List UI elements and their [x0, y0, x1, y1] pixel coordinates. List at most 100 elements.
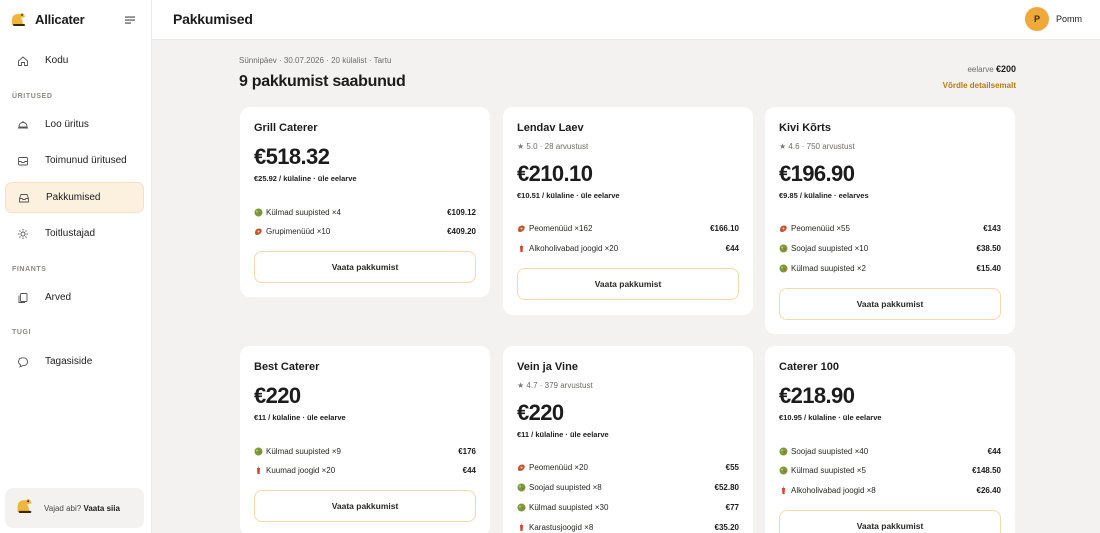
price-per-guest: €10.51 / külaline · üle eelarve [517, 191, 620, 200]
menu-toggle-icon[interactable] [124, 13, 136, 25]
drink-icon [779, 486, 788, 495]
offer-price: €220 [254, 383, 301, 408]
sidebar-item-label: Kodu [45, 55, 69, 66]
compare-details-link[interactable]: Võrdle detailsemalt [943, 81, 1016, 90]
caterer-rating: ★ 5.0 · 28 arvustust [517, 142, 589, 151]
view-offer-button[interactable]: Vaata pakkumist [779, 288, 1001, 320]
salad-icon [779, 447, 788, 456]
budget-label: eelarve [967, 65, 994, 74]
list-item: Külmad suupisted ×30 €77 [517, 501, 739, 513]
offer-card: Kivi Kõrts ★ 4.6 · 750 arvustust €196.90… [765, 107, 1015, 334]
sidebar-item-caterers[interactable]: Toitlustajad [5, 218, 144, 249]
topbar: Pakkumised P Pomm [152, 0, 1100, 40]
view-offer-button[interactable]: Vaata pakkumist [517, 268, 739, 300]
alligator-logo-icon [10, 11, 28, 27]
list-item: Külmad suupisted ×4 €109.12 [254, 206, 476, 218]
section-label-events: ÜRITUSED [12, 93, 53, 100]
meat-icon [254, 227, 263, 236]
salad-icon [517, 483, 526, 492]
price-per-guest: €9.85 / külaline · eelarves [779, 191, 869, 200]
caterer-name: Lendav Laev [517, 122, 584, 134]
price-per-guest: €10.95 / külaline · üle eelarve [779, 413, 882, 422]
offer-card: Grill Caterer €518.32 €25.92 / külaline … [240, 107, 490, 297]
sidebar-item-invoices[interactable]: Arved [5, 282, 144, 313]
sidebar-item-offers[interactable]: Pakkumised [5, 182, 144, 213]
caterer-name: Kivi Kõrts [779, 122, 831, 134]
caterer-name: Grill Caterer [254, 122, 318, 134]
offer-price: €218.90 [779, 383, 855, 408]
avatar: P [1024, 7, 1049, 31]
help-card[interactable]: Vajad abi? Vaata siia [5, 488, 144, 528]
sidebar-item-label: Arved [45, 292, 72, 303]
drink-icon [254, 466, 263, 475]
list-item: Külmad suupisted ×9 €176 [254, 445, 476, 457]
user-name: Pomm [1055, 14, 1082, 24]
list-item: Grupimenüüd ×10 €409.20 [254, 225, 476, 237]
sidebar-item-label: Pakkumised [46, 192, 101, 203]
brand[interactable]: Allicater [10, 10, 85, 28]
list-item: Soojad suupisted ×40 €44 [779, 445, 1001, 457]
caterer-rating: ★ 4.6 · 750 arvustust [779, 142, 855, 151]
list-item: Peomenüüd ×20 €55 [517, 461, 739, 473]
salad-icon [779, 466, 788, 475]
offers-count-title: 9 pakkumist saabunud [239, 73, 406, 90]
list-item: Peomenüüd ×55 €143 [779, 222, 1001, 234]
sidebar-item-label: Toitlustajad [45, 228, 96, 239]
view-offer-button[interactable]: Vaata pakkumist [254, 251, 476, 283]
price-per-guest: €25.92 / külaline · üle eelarve [254, 174, 357, 183]
help-link[interactable]: Vaata siia [83, 504, 119, 513]
meat-icon [517, 224, 526, 233]
help-text: Vajad abi? Vaata siia [44, 503, 120, 513]
sidebar: Allicater Kodu ÜRITUSED Loo üritus Toimu… [0, 0, 152, 533]
view-offer-button[interactable]: Vaata pakkumist [779, 510, 1001, 533]
star-icon: ★ [517, 381, 525, 390]
caterer-name: Best Caterer [254, 361, 320, 373]
list-item: Peomenüüd ×162 €166.10 [517, 222, 739, 234]
drink-icon [517, 523, 526, 532]
list-item: Soojad suupisted ×10 €38.50 [779, 242, 1001, 254]
meat-icon [517, 463, 526, 472]
caterer-name: Vein ja Vine [517, 361, 578, 373]
alligator-mascot-icon [15, 497, 35, 519]
sidebar-item-label: Loo üritus [45, 119, 89, 130]
list-item: Soojad suupisted ×8 €52.80 [517, 481, 739, 493]
sidebar-item-label: Tagasiside [45, 356, 93, 367]
salad-icon [517, 503, 526, 512]
offer-card: Lendav Laev ★ 5.0 · 28 arvustust €210.10… [503, 107, 753, 315]
caterer-rating: ★ 4.7 · 379 arvustust [517, 381, 593, 390]
salad-icon [254, 447, 263, 456]
sidebar-item-create-event[interactable]: Loo üritus [5, 109, 144, 140]
offer-card: Vein ja Vine ★ 4.7 · 379 arvustust €220 … [503, 346, 753, 533]
offer-card: Caterer 100 €218.90 €10.95 / külaline · … [765, 346, 1015, 533]
price-per-guest: €11 / külaline · üle eelarve [254, 413, 346, 422]
budget-info: eelarve €200 [967, 64, 1016, 74]
offers-tray-icon [17, 191, 31, 205]
budget-value: €200 [995, 64, 1016, 74]
star-icon: ★ [779, 142, 787, 151]
offer-price: €518.32 [254, 144, 330, 169]
list-item: Külmad suupisted ×5 €148.50 [779, 464, 1001, 476]
list-item: Alkoholivabad joogid ×20 €44 [517, 242, 739, 254]
brand-name: Allicater [35, 11, 85, 27]
home-icon [16, 54, 30, 68]
price-per-guest: €11 / külaline · üle eelarve [517, 430, 609, 439]
view-offer-button[interactable]: Vaata pakkumist [254, 490, 476, 522]
sidebar-item-feedback[interactable]: Tagasiside [5, 346, 144, 377]
offer-price: €210.10 [517, 161, 593, 186]
sidebar-item-home[interactable]: Kodu [5, 45, 144, 76]
documents-icon [16, 291, 30, 305]
event-breadcrumb: Sünnipäev · 30.07.2026 · 20 külalist · T… [239, 56, 392, 65]
meat-icon [779, 224, 788, 233]
list-item: Alkoholivabad joogid ×8 €26.40 [779, 484, 1001, 496]
star-icon: ★ [517, 142, 525, 151]
section-label-finance: FINANTS [12, 266, 47, 273]
user-menu[interactable]: P Pomm [1024, 7, 1082, 31]
drink-icon [517, 244, 526, 253]
sidebar-item-past-events[interactable]: Toimunud üritused [5, 145, 144, 176]
section-label-support: TUGI [12, 329, 32, 336]
offer-price: €196.90 [779, 161, 855, 186]
chef-icon [16, 227, 30, 241]
salad-icon [254, 208, 263, 217]
page-title: Pakkumised [173, 11, 253, 27]
offer-price: €220 [517, 400, 564, 425]
